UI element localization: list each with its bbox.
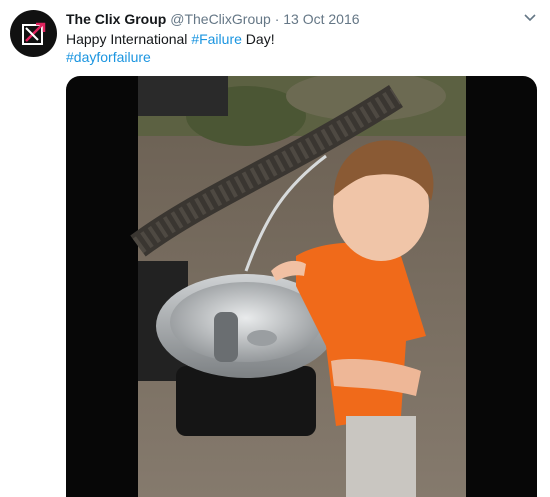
chevron-down-icon[interactable] bbox=[522, 10, 538, 26]
media-image bbox=[130, 76, 466, 497]
tweet-text-line2: #dayforfailure bbox=[66, 48, 151, 67]
separator: · bbox=[274, 11, 280, 27]
tweet-text-after: Day! bbox=[241, 31, 275, 47]
avatar[interactable] bbox=[10, 10, 57, 57]
hashtag-failure[interactable]: #Failure bbox=[191, 31, 242, 47]
tweet-media[interactable] bbox=[66, 76, 537, 497]
author-name[interactable]: The Clix Group bbox=[66, 11, 166, 27]
clix-logo-icon bbox=[21, 22, 45, 45]
tweet-text-before: Happy International bbox=[66, 31, 192, 47]
author-handle[interactable]: @TheClixGroup bbox=[170, 11, 271, 27]
tweet-date[interactable]: 13 Oct 2016 bbox=[283, 11, 359, 27]
tweet-card: The Clix Group @TheClixGroup · 13 Oct 20… bbox=[0, 0, 550, 497]
tweet-header: The Clix Group @TheClixGroup · 13 Oct 20… bbox=[66, 10, 360, 28]
hashtag-dayforfailure[interactable]: #dayforfailure bbox=[66, 49, 151, 65]
tweet-text: Happy International #Failure Day! bbox=[66, 30, 275, 49]
